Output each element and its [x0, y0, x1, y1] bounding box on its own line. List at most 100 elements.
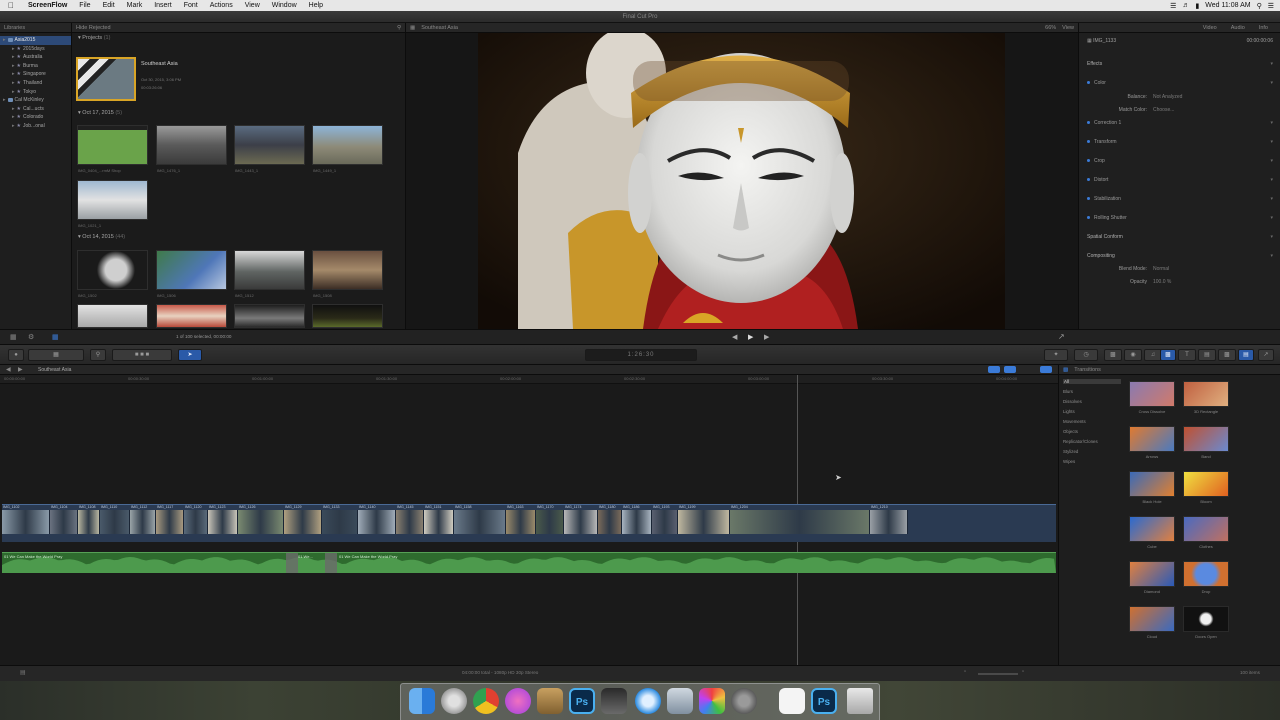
menu-actions[interactable]: Actions: [204, 0, 239, 11]
enhance-button[interactable]: ✦: [1044, 349, 1068, 361]
sidebar-toggle-icon[interactable]: ▤: [20, 669, 26, 676]
keychain-icon[interactable]: [537, 688, 563, 714]
transition-thumbnail[interactable]: [1183, 426, 1229, 452]
inspector-row[interactable]: Crop ▾: [1087, 156, 1273, 165]
clip-thumbnail[interactable]: [312, 250, 383, 290]
event-group-oct14[interactable]: ▾ Oct 14, 2015 (44): [72, 232, 125, 242]
clip-thumbnail[interactable]: [312, 125, 383, 165]
library-item[interactable]: ▸ ★ Australia: [0, 53, 71, 62]
clip-thumbnail[interactable]: [156, 125, 227, 165]
audio-transition[interactable]: [286, 553, 298, 573]
enable-checkbox[interactable]: [1087, 178, 1090, 181]
storyline-clip[interactable]: IMG_1117: [156, 505, 184, 534]
row-options-icon[interactable]: ▾: [1270, 234, 1273, 240]
storyline-clip[interactable]: IMG_1104: [50, 505, 78, 534]
inspector-row[interactable]: Match Color: Choose...: [1087, 105, 1273, 114]
project-thumbnail[interactable]: [76, 57, 136, 101]
storyline-clip[interactable]: IMG_1180: [598, 505, 622, 534]
zoom-out-icon[interactable]: ▫: [964, 669, 966, 675]
transition-thumbnail[interactable]: [1129, 606, 1175, 632]
inspector-row[interactable]: Effects ▾: [1087, 59, 1273, 68]
menu-font[interactable]: Font: [178, 0, 204, 11]
disclosure-icon[interactable]: ▸: [12, 53, 15, 62]
share-button[interactable]: ↗: [1258, 349, 1274, 361]
timeline-ruler[interactable]: 00:00:00:00 00:00:30:00 00:01:00:00 00:01:3…: [0, 375, 1058, 384]
tab-info[interactable]: Info: [1259, 25, 1268, 31]
select-tool-button[interactable]: ➤: [178, 349, 202, 361]
keyword-button[interactable]: ⚲: [90, 349, 106, 361]
list-view-icon[interactable]: ▦: [52, 333, 59, 341]
transition-thumbnail[interactable]: [1183, 606, 1229, 632]
inspector-row-value[interactable]: Normal: [1153, 266, 1169, 272]
notification-center-icon[interactable]: ☰: [1268, 2, 1274, 10]
inspector-row[interactable]: Compositing ▾: [1087, 251, 1273, 260]
menu-window[interactable]: Window: [266, 0, 303, 11]
music-track[interactable]: 01 We Can Make the World Pray 01 We... 0…: [2, 552, 1056, 573]
transition-category[interactable]: Lights: [1063, 409, 1075, 414]
menu-view[interactable]: View: [239, 0, 266, 11]
enable-checkbox[interactable]: [1087, 197, 1090, 200]
inspector-row[interactable]: Stabilization ▾: [1087, 194, 1273, 203]
row-options-icon[interactable]: ▾: [1270, 215, 1273, 221]
storyline-clip[interactable]: IMG_1129: [284, 505, 322, 534]
transition-category[interactable]: Movements: [1063, 419, 1086, 424]
row-options-icon[interactable]: ▾: [1270, 61, 1273, 67]
transition-category[interactable]: Wipes: [1063, 459, 1075, 464]
inspector-row[interactable]: Correction 1 ▾: [1087, 118, 1273, 127]
primary-storyline[interactable]: IMG_1102 IMG_1104 IMG_1108 IMG_1110 IMG_1112…: [2, 504, 1056, 542]
storyline-clip[interactable]: IMG_1123: [208, 505, 238, 534]
storyline-clip[interactable]: IMG_1163: [506, 505, 536, 534]
timeline-forward-icon[interactable]: ▶: [18, 366, 23, 373]
disclosure-icon[interactable]: ▸: [12, 88, 15, 97]
menu-help[interactable]: Help: [303, 0, 329, 11]
clip-thumbnail[interactable]: [234, 250, 305, 290]
disclosure-icon[interactable]: ▸: [12, 122, 15, 131]
row-options-icon[interactable]: ▾: [1270, 158, 1273, 164]
library-item[interactable]: ▸ Cal McKinley: [0, 96, 71, 105]
row-options-icon[interactable]: ▾: [1270, 196, 1273, 202]
row-options-icon[interactable]: ▾: [1270, 177, 1273, 183]
clip-thumbnail[interactable]: [234, 125, 305, 165]
inspector-row[interactable]: Color ▾: [1087, 78, 1273, 87]
row-options-icon[interactable]: ▾: [1270, 139, 1273, 145]
transition-category[interactable]: Dissolves: [1063, 399, 1082, 404]
storyline-clip[interactable]: IMG_1145: [396, 505, 424, 534]
menu-app-name[interactable]: ScreenFlow: [22, 0, 73, 11]
transition-thumbnail[interactable]: [1129, 381, 1175, 407]
library-item[interactable]: ▸ ★ Tokyo: [0, 88, 71, 97]
timecode-display[interactable]: 1:26:30: [585, 349, 697, 361]
menu-insert[interactable]: Insert: [148, 0, 178, 11]
menu-mark[interactable]: Mark: [121, 0, 149, 11]
storyline-clip[interactable]: IMG_1140: [358, 505, 396, 534]
clip-thumbnail[interactable]: [312, 304, 383, 328]
transition-thumbnail[interactable]: [1129, 561, 1175, 587]
disclosure-icon[interactable]: ▾: [78, 234, 81, 240]
document-icon[interactable]: [779, 688, 805, 714]
storyline-clip[interactable]: IMG_1120: [184, 505, 208, 534]
zoom-slider[interactable]: [978, 673, 1018, 675]
previous-frame-icon[interactable]: ◀: [732, 333, 737, 341]
tab-audio[interactable]: Audio: [1231, 25, 1245, 31]
event-group-oct17[interactable]: ▾ Oct 17, 2015 (5): [72, 108, 122, 118]
library-item[interactable]: ▸ ★ Thailand: [0, 79, 71, 88]
photoshop-file-icon[interactable]: Ps: [811, 688, 837, 714]
transition-category[interactable]: All: [1063, 379, 1121, 384]
inspector-row[interactable]: Transform ▾: [1087, 137, 1273, 146]
storyline-clip[interactable]: IMG_1174: [564, 505, 598, 534]
menu-file[interactable]: File: [73, 0, 96, 11]
filter-popup[interactable]: Hide Rejected: [76, 25, 111, 31]
play-icon[interactable]: ▶: [748, 333, 753, 341]
storyline-clip[interactable]: IMG_1102: [2, 505, 50, 534]
disclosure-icon[interactable]: ▸: [12, 62, 15, 71]
storyline-clip[interactable]: IMG_1170: [536, 505, 564, 534]
photos-icon[interactable]: [699, 688, 725, 714]
enable-checkbox[interactable]: [1087, 140, 1090, 143]
clip-appearance-icon[interactable]: [1004, 366, 1016, 373]
disclosure-icon[interactable]: ▸: [12, 79, 15, 88]
enable-checkbox[interactable]: [1087, 121, 1090, 124]
view-popup[interactable]: View: [1062, 25, 1074, 31]
library-item[interactable]: ▸ Asia2015: [0, 36, 71, 45]
storyline-clip[interactable]: IMG_1199: [678, 505, 730, 534]
storyline-clip[interactable]: IMG_1158: [454, 505, 506, 534]
finder-icon[interactable]: [409, 688, 435, 714]
